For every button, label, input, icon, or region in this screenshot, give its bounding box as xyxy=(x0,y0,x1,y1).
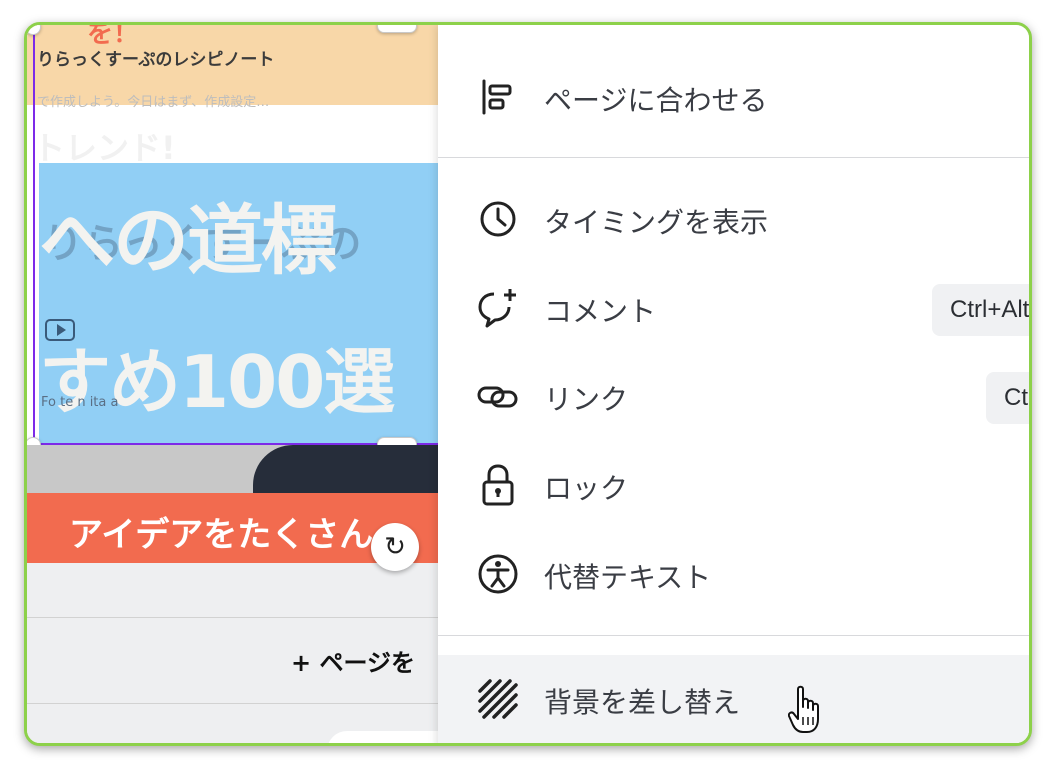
context-menu: ページに合わせる タイミングを表示 コメント Ctrl+Alt+N リンク Ct… xyxy=(438,25,1029,743)
menu-item-link[interactable]: リンク Ctrl+K xyxy=(438,356,1029,434)
selection-outline xyxy=(33,29,439,445)
canvas-divider-2 xyxy=(27,703,439,704)
hand-cursor-icon xyxy=(788,685,819,733)
menu-divider xyxy=(438,157,1029,158)
resize-handle-top[interactable] xyxy=(377,25,417,33)
screenshot-frame: を！ りらっくすーぷのレシピノート で作成しよう。今日はまず、作成設定… トレン… xyxy=(24,22,1032,746)
lock-icon xyxy=(476,463,520,507)
add-page-button[interactable]: + ページを xyxy=(291,643,415,678)
menu-item-label: コメント xyxy=(544,295,657,328)
menu-item-replace-background[interactable]: 背景を差し替え xyxy=(438,655,1029,743)
shortcut-badge: Ctrl+Alt+N xyxy=(932,284,1029,336)
menu-item-fit-to-page[interactable]: ページに合わせる xyxy=(438,57,1029,135)
accessibility-icon xyxy=(476,552,520,596)
menu-item-label: タイミングを表示 xyxy=(544,206,769,239)
menu-item-label: 背景を差し替え xyxy=(544,686,741,719)
align-left-icon xyxy=(476,75,520,119)
shortcut-badge: Ctrl+K xyxy=(986,372,1029,424)
menu-item-label: ロック xyxy=(544,472,629,505)
bottom-toolbar[interactable] xyxy=(327,731,439,743)
rotate-icon[interactable]: ↻ xyxy=(371,523,419,571)
comment-add-icon xyxy=(476,286,520,330)
menu-divider xyxy=(438,635,1029,636)
menu-item-label: ページに合わせる xyxy=(544,84,768,117)
menu-item-label: リンク xyxy=(544,383,629,416)
link-icon xyxy=(476,374,520,418)
hatch-icon xyxy=(476,677,520,721)
menu-item-lock[interactable]: ロック xyxy=(438,445,1029,523)
menu-item-alt-text[interactable]: 代替テキスト xyxy=(438,534,1029,612)
design-page[interactable]: を！ りらっくすーぷのレシピノート で作成しよう。今日はまず、作成設定… トレン… xyxy=(27,25,439,563)
clock-icon xyxy=(476,197,520,241)
menu-item-label: 代替テキスト xyxy=(544,561,712,594)
red-band-text: アイデアをたくさん xyxy=(69,515,374,555)
canvas-divider-1 xyxy=(27,617,439,618)
menu-item-show-timing[interactable]: タイミングを表示 xyxy=(438,179,1029,257)
menu-item-comment[interactable]: コメント Ctrl+Alt+N xyxy=(438,268,1029,346)
design-canvas[interactable]: を！ りらっくすーぷのレシピノート で作成しよう。今日はまず、作成設定… トレン… xyxy=(27,25,439,743)
